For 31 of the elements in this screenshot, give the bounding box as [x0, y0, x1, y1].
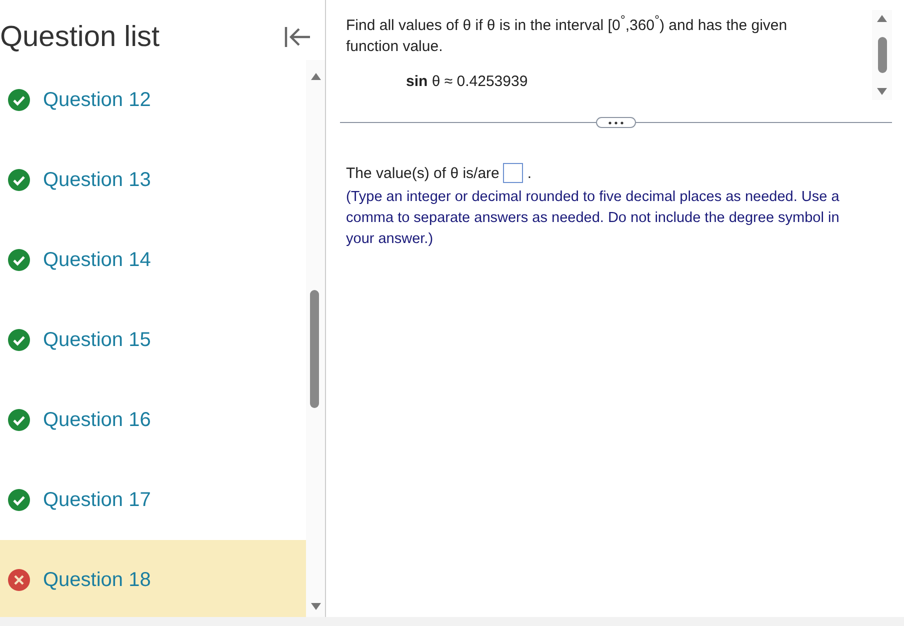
- scroll-up-icon[interactable]: [876, 14, 888, 22]
- question-item[interactable]: Question 14: [0, 220, 306, 300]
- check-icon: [8, 489, 30, 511]
- scrollbar[interactable]: [306, 60, 325, 617]
- scroll-down-icon[interactable]: [876, 88, 888, 96]
- given-value: sin θ ≈ 0.4253939: [406, 73, 529, 90]
- check-icon: [8, 249, 30, 271]
- question-item[interactable]: Question 18: [0, 540, 306, 620]
- scroll-down-icon[interactable]: [310, 603, 322, 611]
- collapse-icon[interactable]: [283, 25, 313, 49]
- scrollbar[interactable]: [872, 10, 892, 100]
- check-icon: [8, 329, 30, 351]
- answer-box[interactable]: [503, 163, 524, 183]
- scroll-up-icon[interactable]: [310, 72, 322, 80]
- cross-icon: [8, 569, 30, 591]
- expand-handle[interactable]: [596, 117, 636, 128]
- answer-instructions: (Type an integer or decimal rounded to five decimal places as needed. Use a comma to separate answers as needed. Do not include the degree symbol in your answer.): [346, 188, 840, 249]
- answer-label: The value(s) of θ is/are: [346, 164, 500, 182]
- question-item[interactable]: Question 17: [0, 460, 306, 540]
- question-prompt: Find all values of θ if θ is in the interval [0$^{°}$,360$^{°}$) and has the given function value.: [346, 12, 788, 57]
- scroll-thumb[interactable]: [878, 37, 886, 73]
- check-icon: [8, 409, 30, 431]
- check-icon: [8, 169, 30, 191]
- period: .: [527, 164, 532, 182]
- scroll-thumb[interactable]: [310, 290, 319, 408]
- check-icon: [8, 89, 30, 111]
- question-item[interactable]: Question 13: [0, 140, 306, 220]
- question-item[interactable]: Question 16: [0, 380, 306, 460]
- question-item[interactable]: Question 12: [0, 60, 306, 140]
- question-item[interactable]: Question 15: [0, 300, 306, 380]
- sidebar-title: Question list: [0, 20, 160, 54]
